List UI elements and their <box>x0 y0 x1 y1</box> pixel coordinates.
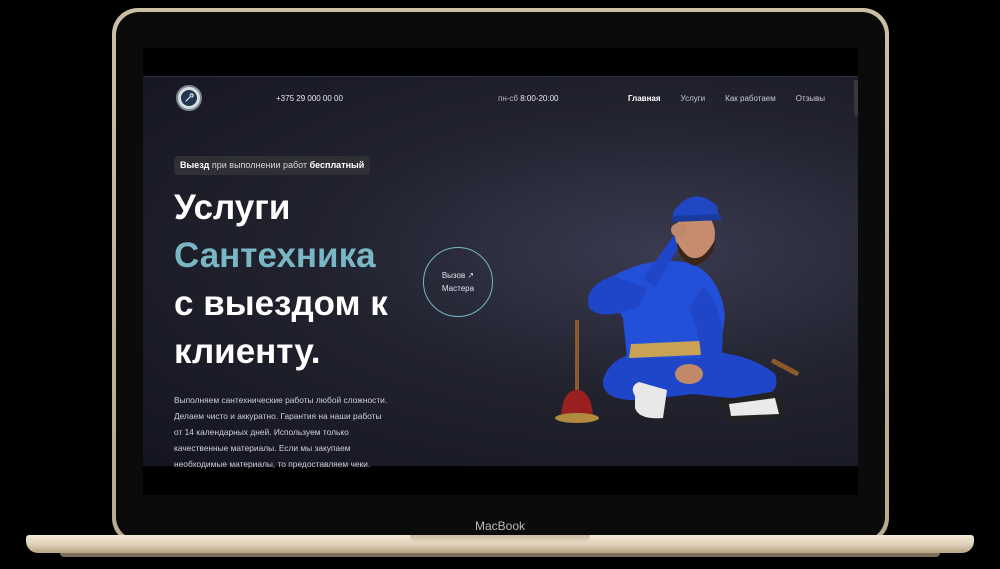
header-hours: пн-сб 8:00-20:00 <box>498 94 559 103</box>
main-nav: Главная Услуги Как работаем Отзывы <box>628 94 825 103</box>
laptop-notch <box>410 535 590 543</box>
description-line: качественные материалы. Если мы закупаем <box>174 443 351 453</box>
header-divider <box>143 76 858 77</box>
badge-bold-1: Выезд <box>180 160 210 170</box>
nav-item-how-we-work[interactable]: Как работаем <box>725 94 776 103</box>
device-brand-label: MacBook <box>474 519 526 533</box>
hero-description: Выполняем сантехнические работы любой сл… <box>174 392 424 472</box>
description-line: необходимые материалы, то предоставляем … <box>174 459 371 469</box>
hero-line-4: клиенту. <box>174 332 321 371</box>
logo[interactable] <box>176 85 202 111</box>
badge-mid: при выполнении работ <box>209 160 310 170</box>
hero-line-1: Услуги <box>174 188 291 227</box>
call-master-button[interactable]: Вызов ↗ Мастера <box>423 247 493 317</box>
scrollbar[interactable] <box>854 80 858 116</box>
plumber-image <box>555 196 799 423</box>
badge-bold-2: бесплатный <box>309 160 365 170</box>
cta-line-1: Вызов ↗ <box>441 271 475 280</box>
hero-title: Услуги Сантехника с выездом к клиенту. <box>174 184 454 376</box>
hero-line-3: с выездом к <box>174 284 388 323</box>
hero-line-2: Сантехника <box>174 236 376 275</box>
free-visit-badge: Выезд при выполнении работ бесплатный <box>174 156 371 175</box>
description-line: Выполняем сантехнические работы любой сл… <box>174 395 388 405</box>
hours-days: пн-сб <box>498 94 518 103</box>
nav-item-home[interactable]: Главная <box>628 94 661 103</box>
website: +375 29 000 00 00 пн-сб 8:00-20:00 Главн… <box>143 76 858 469</box>
nav-item-reviews[interactable]: Отзывы <box>796 94 825 103</box>
laptop-screen: +375 29 000 00 00 пн-сб 8:00-20:00 Главн… <box>143 48 858 495</box>
description-line: Делаем чисто и аккуратно. Гарантия на на… <box>174 411 382 421</box>
header-phone[interactable]: +375 29 000 00 00 <box>276 94 343 103</box>
nav-item-services[interactable]: Услуги <box>681 94 706 103</box>
wrench-icon <box>181 90 197 106</box>
cta-line-2: Мастера <box>441 284 475 293</box>
laptop-foot <box>60 553 940 557</box>
hours-time: 8:00-20:00 <box>520 94 559 103</box>
description-line: от 14 календарных дней. Используем тольк… <box>174 427 349 437</box>
